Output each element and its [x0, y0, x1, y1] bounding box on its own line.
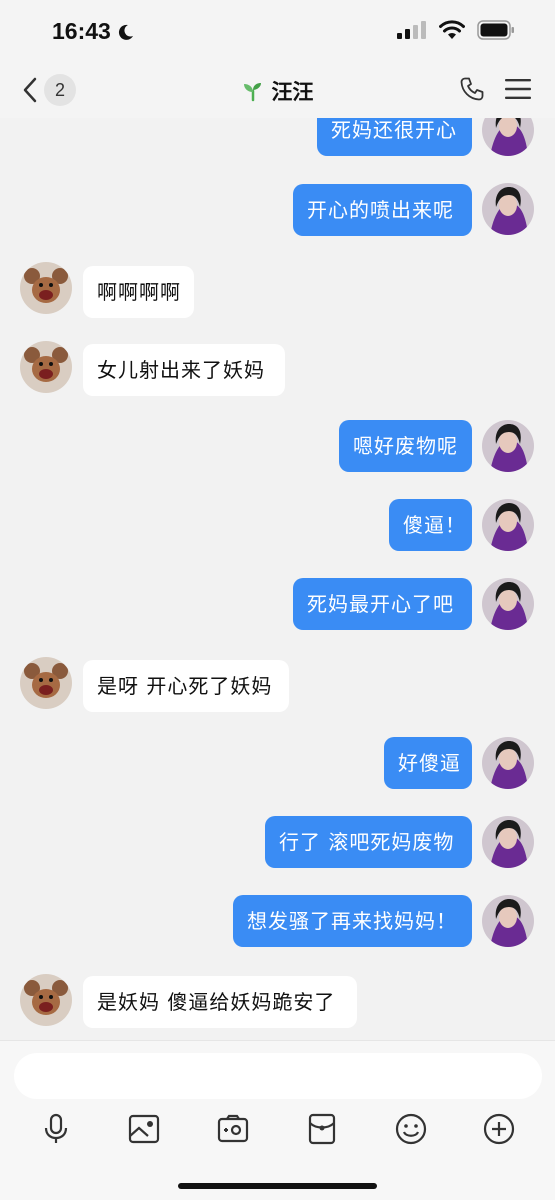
menu-icon[interactable] — [505, 78, 531, 100]
contact-avatar[interactable] — [20, 974, 72, 1026]
nav-actions — [459, 76, 531, 102]
emoji-icon — [395, 1113, 427, 1145]
message-bubble[interactable]: 是呀 开心死了妖妈 — [83, 660, 289, 712]
battery-icon — [477, 20, 514, 40]
woman-portrait-icon — [482, 183, 534, 235]
message-list[interactable]: 死妈还很开心 开心的喷出来呢 啊啊啊啊 女儿射出来了妖妈 嗯好废物呢 傻逼！ 死… — [0, 118, 555, 1040]
message-input[interactable] — [14, 1053, 542, 1099]
message-bubble[interactable]: 女儿射出来了妖妈 — [83, 344, 285, 396]
woman-portrait-icon — [482, 737, 534, 789]
contact-avatar[interactable] — [20, 657, 72, 709]
emoji-button[interactable] — [391, 1109, 431, 1149]
cartoon-mouse-icon — [20, 341, 72, 393]
message-bubble[interactable]: 是妖妈 傻逼给妖妈跪安了 — [83, 976, 357, 1028]
status-bar: 16:43 — [0, 0, 555, 66]
home-indicator[interactable] — [178, 1183, 377, 1189]
message-bubble[interactable]: 死妈最开心了吧 — [293, 578, 472, 630]
chat-title: 汪汪 — [271, 80, 314, 104]
woman-portrait-icon — [482, 118, 534, 156]
woman-portrait-icon — [482, 895, 534, 947]
my-avatar[interactable] — [482, 737, 534, 789]
more-button[interactable] — [479, 1109, 519, 1149]
woman-portrait-icon — [482, 499, 534, 551]
message-bubble[interactable]: 想发骚了再来找妈妈！ — [233, 895, 472, 947]
input-area — [0, 1040, 555, 1200]
woman-portrait-icon — [482, 578, 534, 630]
message-bubble[interactable]: 死妈还很开心 — [317, 118, 472, 156]
woman-portrait-icon — [482, 420, 534, 472]
message-bubble[interactable]: 好傻逼 — [384, 737, 472, 789]
cartoon-mouse-icon — [20, 974, 72, 1026]
my-avatar[interactable] — [482, 183, 534, 235]
contact-avatar[interactable] — [20, 341, 72, 393]
status-time: 16:43 — [52, 18, 111, 44]
image-icon — [128, 1114, 160, 1144]
moon-icon — [118, 24, 133, 40]
message-bubble[interactable]: 傻逼！ — [389, 499, 472, 551]
status-time-group: 16:43 — [52, 18, 135, 45]
red-packet-button[interactable] — [302, 1109, 342, 1149]
sprout-icon — [243, 83, 261, 102]
message-bubble[interactable]: 嗯好废物呢 — [339, 420, 472, 472]
microphone-icon — [44, 1113, 68, 1143]
my-avatar[interactable] — [482, 499, 534, 551]
cartoon-mouse-icon — [20, 262, 72, 314]
cartoon-mouse-icon — [20, 657, 72, 709]
input-toolbar — [0, 1109, 555, 1149]
camera-icon — [217, 1114, 249, 1143]
plus-icon — [483, 1113, 515, 1145]
wifi-icon — [439, 20, 465, 39]
red-packet-icon — [308, 1113, 336, 1145]
contact-avatar[interactable] — [20, 262, 72, 314]
voice-button[interactable] — [36, 1109, 76, 1149]
nav-bar: 2 汪汪 — [0, 66, 555, 118]
woman-portrait-icon — [482, 816, 534, 868]
camera-button[interactable] — [213, 1109, 253, 1149]
photo-button[interactable] — [124, 1109, 164, 1149]
message-bubble[interactable]: 啊啊啊啊 — [83, 266, 194, 318]
message-bubble[interactable]: 开心的喷出来呢 — [293, 184, 472, 236]
message-bubble[interactable]: 行了 滚吧死妈废物 — [265, 816, 472, 868]
my-avatar[interactable] — [482, 895, 534, 947]
my-avatar[interactable] — [482, 118, 534, 156]
my-avatar[interactable] — [482, 816, 534, 868]
phone-icon[interactable] — [459, 76, 485, 102]
my-avatar[interactable] — [482, 420, 534, 472]
cellular-signal-icon — [397, 21, 426, 39]
status-indicators — [397, 20, 515, 40]
my-avatar[interactable] — [482, 578, 534, 630]
